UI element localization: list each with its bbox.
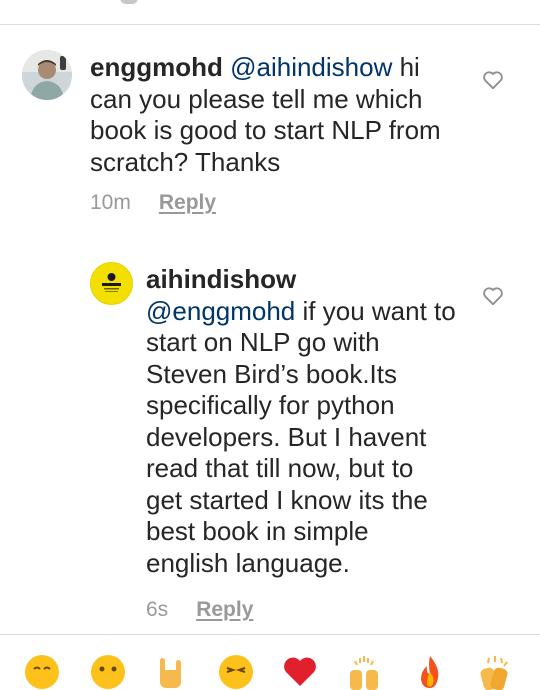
comment-username[interactable]: aihindishow <box>146 264 296 294</box>
comment-mention[interactable]: @enggmohd <box>146 296 295 326</box>
clapping-hands-emoji[interactable] <box>476 654 512 690</box>
comment-text: enggmohd @aihindishow hi can you please … <box>90 52 450 178</box>
comment-time: 10m <box>90 191 131 214</box>
emoji-quick-bar <box>0 648 540 690</box>
comment-meta: 6s Reply <box>146 598 253 622</box>
comment-time: 6s <box>146 598 169 621</box>
laughing-face-emoji[interactable] <box>218 654 254 690</box>
comment-meta: 10m Reply <box>90 191 216 215</box>
comment-text: aihindishow @enggmohd if you want to sta… <box>146 264 456 579</box>
reply-button[interactable]: Reply <box>196 598 253 622</box>
red-heart-emoji[interactable] <box>282 654 318 690</box>
fire-emoji[interactable] <box>412 654 448 690</box>
channel-logo-avatar[interactable] <box>90 262 133 305</box>
rock-hand-emoji[interactable] <box>152 654 188 690</box>
top-divider <box>0 24 540 25</box>
scroll-remnant <box>120 0 138 4</box>
heart-outline-icon[interactable] <box>482 70 504 90</box>
comment-username[interactable]: enggmohd <box>90 52 223 82</box>
reply-button[interactable]: Reply <box>159 191 216 215</box>
smiling-face-emoji[interactable] <box>90 654 126 690</box>
comment-body: if you want to start on NLP go with Stev… <box>146 295 456 578</box>
grinning-face-emoji[interactable] <box>24 654 60 690</box>
comment-mention[interactable]: @aihindishow <box>230 52 392 82</box>
raised-hands-emoji[interactable] <box>346 654 382 690</box>
user-avatar-photo[interactable] <box>22 50 72 100</box>
heart-outline-icon[interactable] <box>482 286 504 306</box>
bottom-divider <box>0 634 540 635</box>
